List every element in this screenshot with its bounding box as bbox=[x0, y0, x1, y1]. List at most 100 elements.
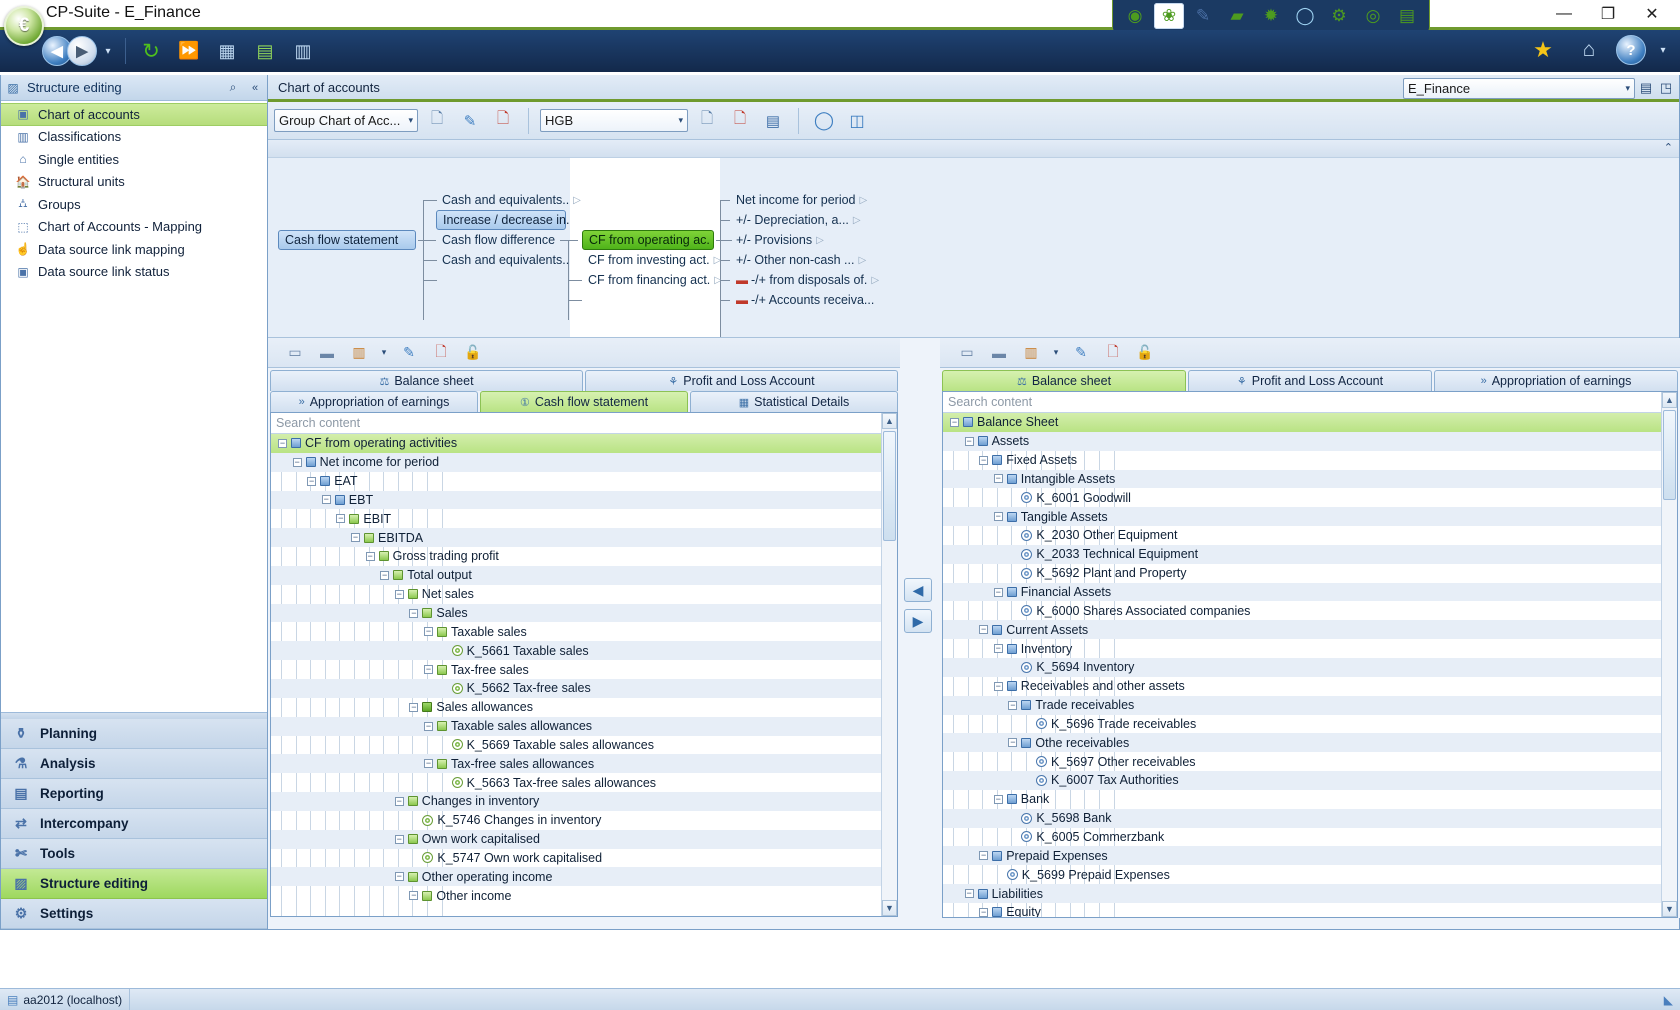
collapse-node-icon[interactable]: − bbox=[993, 681, 1003, 691]
accounting-standard-select[interactable]: HGB ▾ bbox=[540, 109, 688, 132]
collapse-node-icon[interactable]: − bbox=[394, 872, 404, 882]
delete-chart-button[interactable]: 🗋 bbox=[489, 107, 517, 135]
collapse-node-icon[interactable]: − bbox=[424, 627, 433, 637]
module-planning[interactable]: ⚱ Planning bbox=[1, 719, 267, 749]
tree-row[interactable]: K_6005 Commerzbank bbox=[943, 828, 1677, 847]
sidebar-item-single-entities[interactable]: ⌂ Single entities bbox=[1, 148, 267, 171]
tab-appropriation-of-earnings[interactable]: » Appropriation of earnings bbox=[270, 391, 478, 412]
edit-icon[interactable]: ✎ bbox=[396, 341, 422, 365]
collapse-node-icon[interactable]: − bbox=[979, 455, 989, 465]
new-position-dropdown-icon[interactable]: ▾ bbox=[1050, 341, 1062, 365]
forward-button[interactable]: ▶ bbox=[67, 36, 97, 66]
collapse-node-icon[interactable]: − bbox=[380, 570, 390, 580]
tree-row[interactable]: − Total output bbox=[271, 565, 897, 585]
left-tree-scrollbar[interactable]: ▲ ▼ bbox=[881, 413, 897, 916]
tree-row[interactable]: − Balance Sheet bbox=[943, 413, 1677, 432]
graph-node[interactable]: +/- Provisions ▷ bbox=[730, 230, 830, 250]
refresh-graph-button[interactable]: ◯ bbox=[810, 107, 838, 135]
new-position-icon[interactable]: ▥ bbox=[1018, 341, 1044, 365]
tree-row[interactable]: − Other operating income bbox=[271, 867, 897, 887]
sidebar-item-classifications[interactable]: ▥ Classifications bbox=[1, 126, 267, 149]
tree-row[interactable]: K_5669 Taxable sales allowances bbox=[271, 736, 897, 755]
tree-row[interactable]: − Taxable sales bbox=[271, 622, 897, 641]
collapse-node-icon[interactable]: − bbox=[409, 702, 419, 712]
resize-grip[interactable]: ◣ bbox=[1657, 989, 1680, 1010]
unlock-icon[interactable]: 🔓 bbox=[1132, 341, 1158, 365]
graph-node[interactable]: +/- Other non-cash ... ▷ bbox=[730, 250, 872, 270]
collapse-node-icon[interactable]: − bbox=[424, 759, 433, 769]
tab-profit-and-loss-account[interactable]: ⚘ Profit and Loss Account bbox=[585, 370, 898, 391]
new-sibling-icon[interactable]: ▬ bbox=[986, 341, 1012, 365]
entity-select[interactable]: E_Finance ▾ bbox=[1403, 78, 1635, 99]
tree-row[interactable]: K_2033 Technical Equipment bbox=[943, 544, 1677, 564]
tree-row[interactable]: − CF from operating activities bbox=[271, 434, 897, 453]
new-chart-button[interactable]: 🗋 bbox=[423, 107, 451, 135]
collapse-graph-button[interactable]: ⌃ bbox=[1664, 141, 1673, 154]
tree-row[interactable]: − EBITDA bbox=[271, 528, 897, 548]
close-button[interactable]: ✕ bbox=[1630, 0, 1674, 28]
collapse-node-icon[interactable]: − bbox=[321, 495, 331, 505]
collapse-node-icon[interactable]: − bbox=[307, 476, 317, 486]
home-icon[interactable]: ⌂ bbox=[1573, 34, 1605, 66]
gears-icon[interactable]: ⚙ bbox=[1324, 3, 1354, 29]
tree-row[interactable]: K_6007 Tax Authorities bbox=[943, 771, 1677, 790]
expand-node-icon[interactable]: ▷ bbox=[573, 195, 581, 206]
tree-row[interactable]: − Net income for period bbox=[271, 452, 897, 472]
collapse-node-icon[interactable]: − bbox=[979, 625, 989, 635]
tree-row[interactable]: K_5696 Trade receivables bbox=[943, 715, 1677, 734]
graph-node[interactable]: Cash and equivalents.. bbox=[436, 250, 575, 270]
tree-row[interactable]: − Financial Assets bbox=[943, 582, 1677, 602]
tree-row[interactable]: − Inventory bbox=[943, 639, 1677, 658]
sidebar-item-groups[interactable]: ⛼ Groups bbox=[1, 193, 267, 216]
scroll-up-button[interactable]: ▲ bbox=[1662, 392, 1677, 408]
module-structure-editing[interactable]: ▨ Structure editing bbox=[1, 869, 267, 899]
scroll-thumb[interactable] bbox=[883, 431, 896, 541]
tree-row[interactable]: − Other income bbox=[271, 886, 897, 905]
document-tab-chart-of-accounts[interactable]: Chart of accounts bbox=[278, 80, 380, 95]
edit-icon[interactable]: ✎ bbox=[1068, 341, 1094, 365]
search-input[interactable]: Search content bbox=[276, 416, 360, 430]
lifering-icon[interactable]: ◯ bbox=[1290, 3, 1320, 29]
tree-row[interactable]: − EBT bbox=[271, 490, 897, 510]
collapse-node-icon[interactable]: − bbox=[336, 514, 346, 524]
tree-row[interactable]: − Trade receivables bbox=[943, 695, 1677, 715]
tree-row[interactable]: K_5692 Plant and Property bbox=[943, 564, 1677, 583]
import-button[interactable]: ▤ bbox=[249, 35, 281, 67]
new-sibling-icon[interactable]: ▬ bbox=[314, 341, 340, 365]
collapse-node-icon[interactable]: − bbox=[993, 587, 1003, 597]
delete-standard-button[interactable]: 🗋 bbox=[726, 107, 754, 135]
collapse-node-icon[interactable]: − bbox=[394, 796, 404, 806]
graph-node[interactable]: CF from financing act. ▷ bbox=[582, 270, 728, 290]
tree-row[interactable]: − Assets bbox=[943, 431, 1677, 451]
unlock-icon[interactable]: 🔓 bbox=[460, 341, 486, 365]
tab-balance-sheet[interactable]: ⚖ Balance sheet bbox=[270, 370, 583, 391]
tree-row[interactable]: K_5746 Changes in inventory bbox=[271, 811, 897, 830]
graph-node[interactable]: Cash flow difference bbox=[436, 230, 561, 250]
tree-row[interactable]: K_2030 Other Equipment bbox=[943, 526, 1677, 545]
tree-row[interactable]: − Intangible Assets bbox=[943, 469, 1677, 489]
tree-row[interactable]: K_5661 Taxable sales bbox=[271, 641, 897, 661]
fast-forward-button[interactable]: ⏩ bbox=[173, 35, 205, 67]
delete-icon[interactable]: 🗋 bbox=[1100, 341, 1126, 365]
collapse-node-icon[interactable]: − bbox=[409, 608, 419, 618]
minimize-button[interactable]: — bbox=[1542, 0, 1586, 28]
save-button[interactable]: ▤ bbox=[759, 107, 787, 135]
collapse-node-icon[interactable]: − bbox=[979, 907, 989, 917]
module-tools[interactable]: ✄ Tools bbox=[1, 839, 267, 869]
globe-icon[interactable]: ✹ bbox=[1256, 3, 1286, 29]
sidebar-item-data-source-link-mapping[interactable]: ☝ Data source link mapping bbox=[1, 238, 267, 261]
module-reporting[interactable]: ▤ Reporting bbox=[1, 779, 267, 809]
sidebar-item-data-source-link-status[interactable]: ▣ Data source link status bbox=[1, 261, 267, 284]
tree-row[interactable]: − Gross trading profit bbox=[271, 547, 897, 566]
favorites-icon[interactable]: ★ bbox=[1527, 34, 1559, 66]
new-position-icon[interactable]: ▥ bbox=[346, 341, 372, 365]
tree-row[interactable]: − Own work capitalised bbox=[271, 829, 897, 849]
tree-row[interactable]: K_6000 Shares Associated companies bbox=[943, 601, 1677, 620]
planning-icon[interactable]: ✎ bbox=[1188, 3, 1218, 29]
collapse-node-icon[interactable]: − bbox=[1008, 700, 1018, 710]
new-node-icon[interactable]: ▭ bbox=[954, 341, 980, 365]
search-input[interactable]: Search content bbox=[948, 395, 1032, 409]
tree-row[interactable]: − Taxable sales allowances bbox=[271, 716, 897, 736]
right-tree-search[interactable]: Search content ⌕ bbox=[943, 392, 1677, 413]
tab-balance-sheet[interactable]: ⚖ Balance sheet bbox=[942, 370, 1186, 391]
